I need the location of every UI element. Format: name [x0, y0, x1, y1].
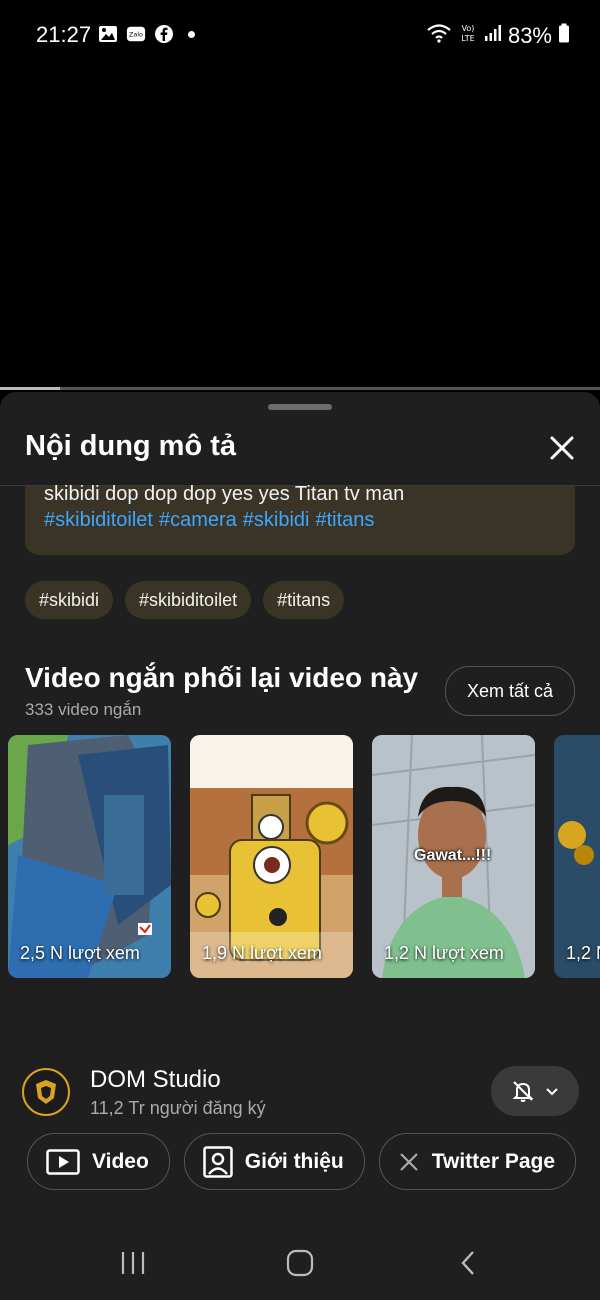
channel-logo-icon — [26, 1072, 66, 1112]
short-views: 2,5 N lượt xem — [20, 943, 140, 963]
svg-text:LTE: LTE — [461, 34, 474, 43]
notification-settings-button[interactable] — [491, 1066, 579, 1116]
see-all-button[interactable]: Xem tất cả — [445, 666, 575, 716]
remix-section-title: Video ngắn phối lại video này — [25, 662, 419, 693]
battery-percent: 83% — [507, 22, 552, 48]
hashtag-chip[interactable]: #skibidi — [25, 581, 114, 619]
close-button[interactable] — [546, 432, 578, 464]
hashtag-link[interactable]: #skibidi — [243, 509, 310, 531]
video-progress-fill — [0, 387, 60, 390]
about-link-button[interactable]: Giới thiệu — [183, 1133, 365, 1190]
videos-link-button[interactable]: Video — [27, 1133, 170, 1190]
notification-dot — [188, 30, 195, 38]
volte-icon: Vo) LTE — [458, 22, 478, 49]
play-icon — [46, 1148, 80, 1175]
videos-link-label: Video — [92, 1149, 149, 1173]
x-logo-icon — [399, 1152, 418, 1171]
video-progress-bar[interactable] — [0, 387, 600, 390]
twitter-link-label: Twitter Page — [431, 1149, 556, 1173]
description-box: skibidi dop dop dop yes yes Titan tv man… — [25, 483, 575, 555]
video-player[interactable] — [0, 70, 600, 388]
hashtag-chip[interactable]: #titans — [263, 581, 345, 619]
sheet-drag-handle[interactable] — [268, 404, 332, 410]
back-button[interactable] — [448, 1247, 488, 1279]
about-link-label: Giới thiệu — [244, 1149, 344, 1173]
description-sheet: Nội dung mô tả skibidi dop dop dop yes y… — [0, 392, 600, 1300]
description-hashtags: #skibiditoilet #camera #skibidi #titans — [44, 509, 380, 532]
recent-apps-button[interactable] — [113, 1247, 153, 1279]
channel-subscribers: 11,2 Tr người đăng ký — [90, 1098, 266, 1118]
short-thumbnail[interactable]: 2,5 N lượt xem — [8, 735, 171, 978]
home-button[interactable] — [280, 1247, 320, 1279]
hashtag-link[interactable]: #camera — [159, 509, 237, 531]
shorts-carousel[interactable]: 2,5 N lượt xem 1,9 N lượt xem Gawat...!!… — [0, 735, 600, 979]
profile-icon — [203, 1145, 233, 1178]
bell-off-icon — [512, 1081, 534, 1102]
svg-text:Zalo: Zalo — [129, 32, 143, 39]
facebook-icon — [154, 24, 174, 44]
hashtag-chips: #skibidi #skibiditoilet #titans — [25, 581, 345, 619]
signal-icon — [484, 24, 502, 47]
short-views: 1,9 N lượt xem — [202, 943, 322, 963]
description-text: skibidi dop dop dop yes yes Titan tv man — [44, 483, 405, 505]
zalo-icon: Zalo — [126, 24, 146, 44]
short-views: 1,2 N lượt xem — [384, 943, 504, 963]
navigation-bar — [0, 1225, 600, 1300]
gallery-icon — [98, 24, 118, 44]
status-time: 21:27 — [36, 22, 92, 47]
remix-count: 333 video ngắn — [25, 700, 142, 719]
recent-apps-icon — [121, 1252, 145, 1274]
short-overlay-text: Gawat...!!! — [414, 847, 492, 864]
channel-avatar[interactable] — [22, 1068, 70, 1116]
short-thumbnail[interactable]: 1,2 N lượt xem — [554, 735, 600, 978]
wifi-icon — [426, 23, 452, 48]
back-icon — [461, 1251, 474, 1275]
hashtag-chip[interactable]: #skibiditoilet — [125, 581, 252, 619]
short-views: 1,2 N lượt xem — [566, 943, 600, 963]
hashtag-link[interactable]: #skibiditoilet — [44, 509, 153, 531]
close-icon — [550, 436, 574, 460]
battery-icon — [558, 23, 570, 48]
channel-links: Video Giới thiệu Twitter Page — [27, 1133, 577, 1190]
twitter-link-button[interactable]: Twitter Page — [378, 1133, 577, 1190]
short-thumbnail[interactable]: Gawat...!!! 1,2 N lượt xem — [372, 735, 535, 978]
short-thumbnail-image — [554, 735, 600, 978]
short-thumbnail-image — [8, 735, 171, 978]
home-icon — [286, 1249, 314, 1277]
channel-row[interactable]: DOM Studio 11,2 Tr người đăng ký — [22, 1066, 582, 1126]
short-thumbnail[interactable]: 1,9 N lượt xem — [190, 735, 353, 978]
status-bar: 21:27 Zalo Vo) LTE 83% — [0, 0, 600, 70]
hashtag-link[interactable]: #titans — [315, 509, 374, 531]
channel-name[interactable]: DOM Studio — [90, 1066, 221, 1094]
svg-text:Vo): Vo) — [462, 24, 475, 33]
chevron-down-icon — [546, 1088, 558, 1096]
sheet-title: Nội dung mô tả — [25, 430, 237, 462]
